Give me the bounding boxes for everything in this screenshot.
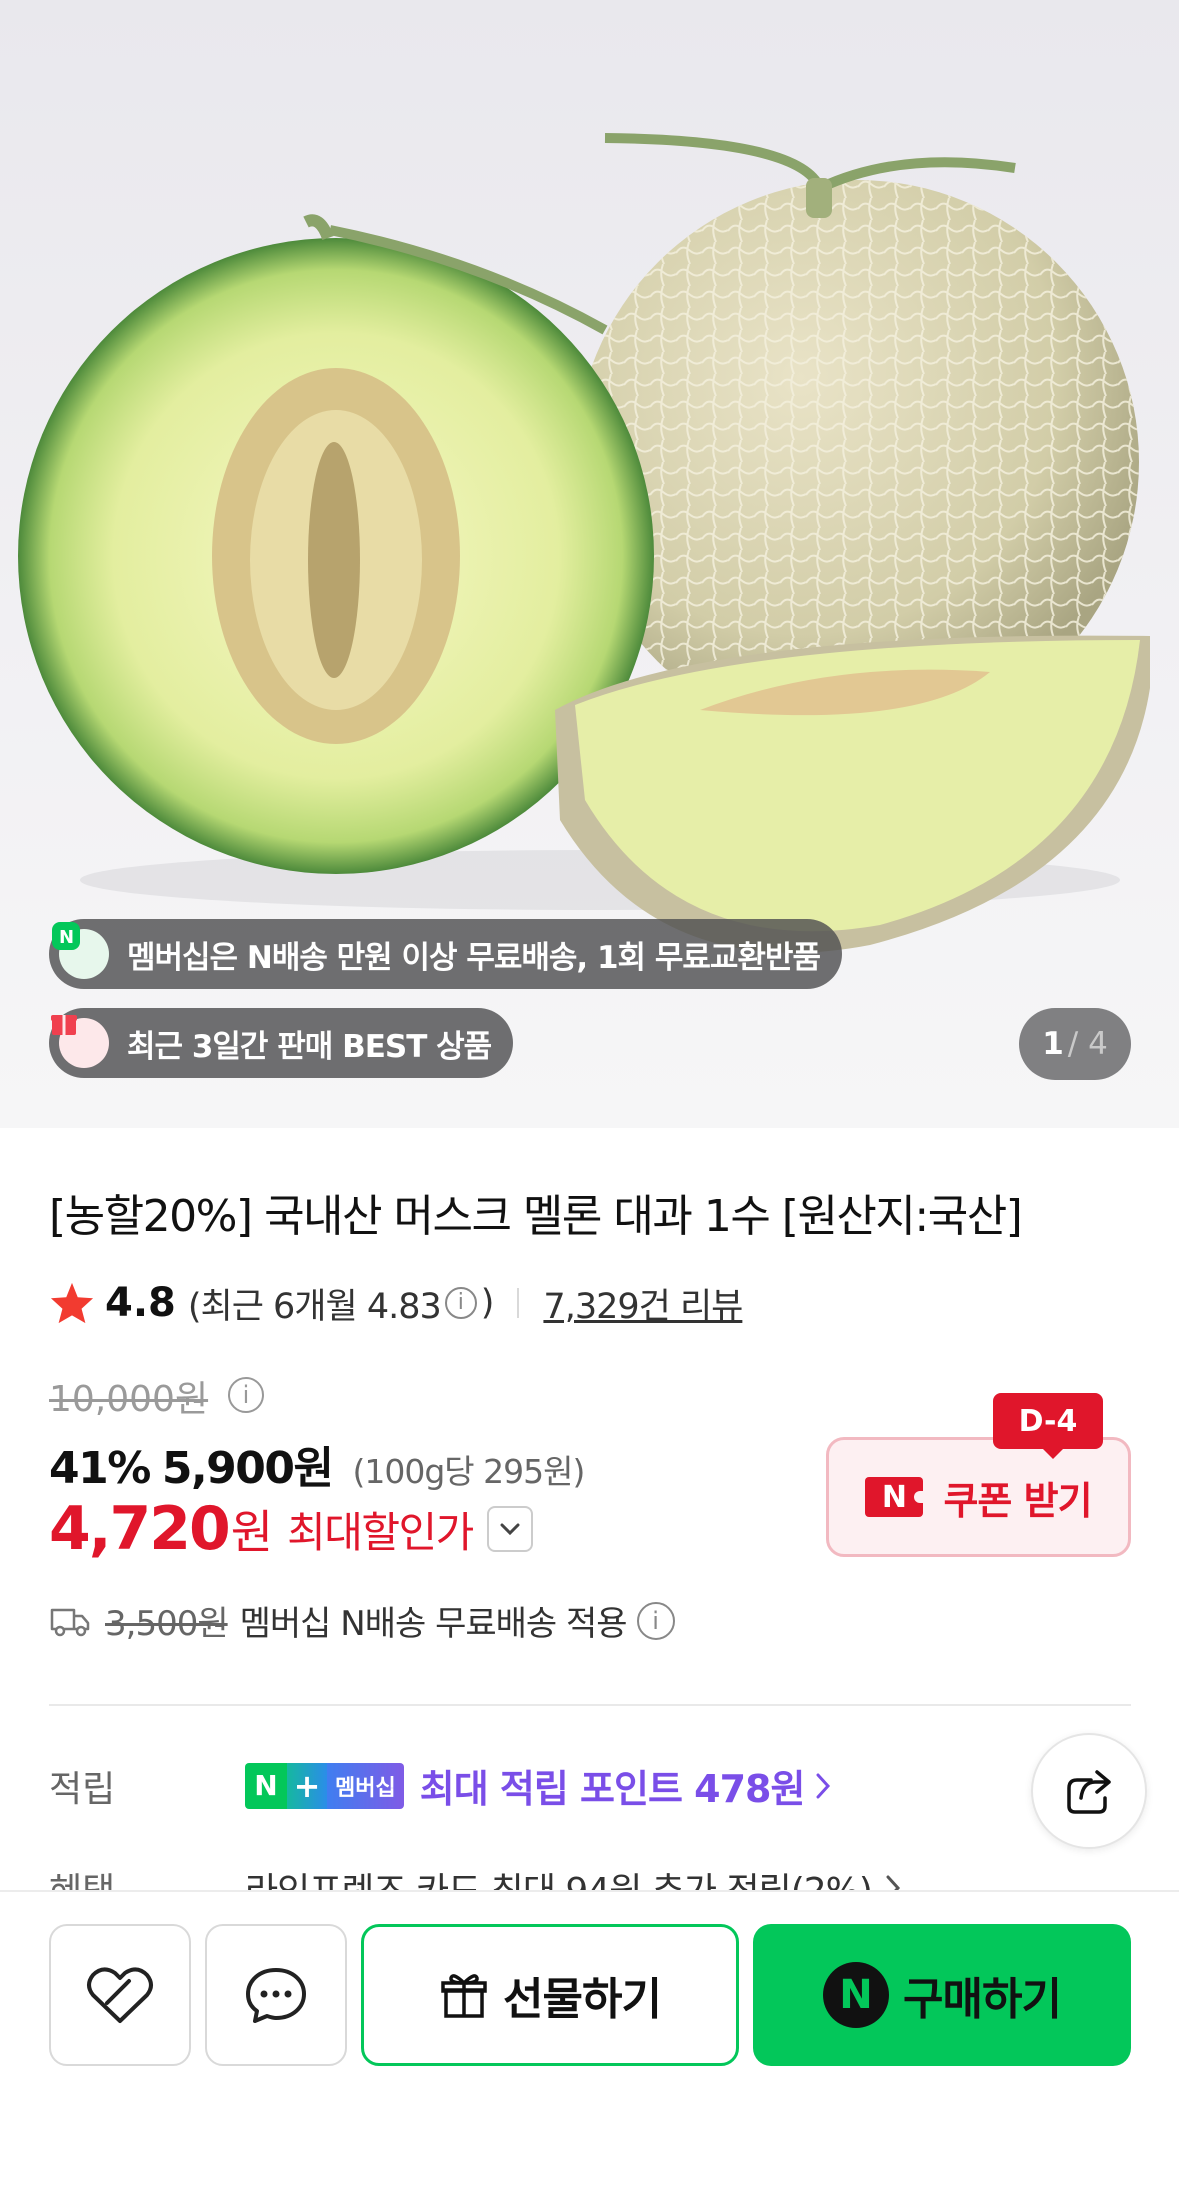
- membership-badge-plus: +: [287, 1762, 327, 1809]
- gift-label: 선물하기: [503, 1974, 662, 2025]
- image-counter-total: / 4: [1067, 1026, 1108, 1062]
- max-points-link[interactable]: 최대 적립 포인트 478원: [420, 1758, 806, 1813]
- membership-badge-n: N: [245, 1762, 287, 1809]
- share-icon: [1067, 1770, 1111, 1814]
- max-discount-row[interactable]: 4,720 원 최대할인가: [49, 1494, 533, 1564]
- original-shipping-fee: 3,500원: [105, 1604, 229, 1644]
- gift-box-icon: [51, 1015, 109, 1068]
- buy-label: 구매하기: [903, 1974, 1062, 2025]
- info-icon[interactable]: i: [444, 1287, 477, 1319]
- unit-price: (100g당 295원): [352, 1452, 585, 1491]
- sale-price-row: 41% 5,900원 (100g당 295원): [49, 1432, 585, 1496]
- points-label: 적립: [49, 1768, 116, 1810]
- truck-icon: [50, 1608, 90, 1636]
- chevron-right-icon: [816, 1773, 831, 1798]
- points-row[interactable]: 적립 N + 멤버십 최대 적립 포인트 478원: [49, 1758, 832, 1813]
- max-discount-label: 최대할인가: [287, 1507, 474, 1557]
- share-button[interactable]: [1031, 1733, 1147, 1849]
- dday-badge: D-4: [993, 1393, 1103, 1459]
- divider: [49, 1704, 1131, 1706]
- separator: [517, 1288, 520, 1318]
- image-counter-current: 1: [1042, 1026, 1064, 1062]
- naver-pay-icon: N: [823, 1962, 890, 2028]
- gift-button[interactable]: 선물하기: [361, 1924, 739, 2066]
- shipping-row: 3,500원 멤버십 N배송 무료배송 적용 i: [49, 1596, 675, 1645]
- membership-shipping-badge: N 멤버십은 N배송 만원 이상 무료배송, 1회 무료교환반품: [49, 919, 842, 989]
- gift-icon: [441, 1974, 487, 2018]
- naver-delivery-icon: N: [52, 922, 109, 979]
- shipping-info-icon[interactable]: i: [636, 1601, 675, 1640]
- heart-icon: [87, 1967, 153, 2023]
- discount-percent: 41%: [49, 1443, 151, 1494]
- product-image[interactable]: N 멤버십은 N배송 만원 이상 무료배송, 1회 무료교환반품 최근 3일간 …: [0, 0, 1179, 1128]
- rating-row: 4.8 (최근 6개월 4.83 i ) 7,329건 리뷰: [49, 1278, 743, 1329]
- original-price: 10,000원: [49, 1379, 209, 1420]
- price-info-icon[interactable]: i: [228, 1377, 264, 1413]
- coupon-label: 쿠폰 받기: [943, 1478, 1092, 1523]
- naver-plus-membership-badge: N + 멤버십: [245, 1762, 404, 1809]
- rating-score: 4.8: [105, 1280, 176, 1326]
- buy-button[interactable]: N 구매하기: [753, 1924, 1131, 2066]
- review-count-link[interactable]: 7,329건 리뷰: [543, 1278, 743, 1329]
- max-discount-price: 4,720: [49, 1494, 231, 1564]
- svg-text:N: N: [59, 927, 73, 948]
- max-discount-currency: 원: [230, 1505, 274, 1559]
- membership-badge-text: 멤버십: [327, 1762, 404, 1809]
- wishlist-button[interactable]: [49, 1924, 191, 2066]
- star-icon: [50, 1282, 94, 1324]
- chat-icon: [246, 1968, 306, 2023]
- image-counter: 1 / 4: [1019, 1008, 1131, 1080]
- chat-button[interactable]: [205, 1924, 347, 2066]
- best-seller-badge: 최근 3일간 판매 BEST 상품: [49, 1008, 514, 1078]
- shipping-description: 멤버십 N배송 무료배송 적용: [239, 1604, 628, 1644]
- sale-price: 5,900원: [161, 1443, 334, 1494]
- recent-rating-close: ): [480, 1283, 495, 1323]
- product-title: [농할20%] 국내산 머스크 멜론 대과 1수 [원산지:국산]: [49, 1191, 1023, 1242]
- recent-rating: (최근 6개월 4.83: [187, 1286, 442, 1327]
- chevron-down-icon[interactable]: [486, 1506, 533, 1552]
- best-seller-text: 최근 3일간 판매 BEST 상품: [127, 1028, 492, 1065]
- membership-shipping-text: 멤버십은 N배송 만원 이상 무료배송, 1회 무료교환반품: [127, 939, 821, 976]
- coupon-button[interactable]: N 쿠폰 받기: [826, 1437, 1131, 1557]
- naver-coupon-icon: N: [865, 1477, 925, 1517]
